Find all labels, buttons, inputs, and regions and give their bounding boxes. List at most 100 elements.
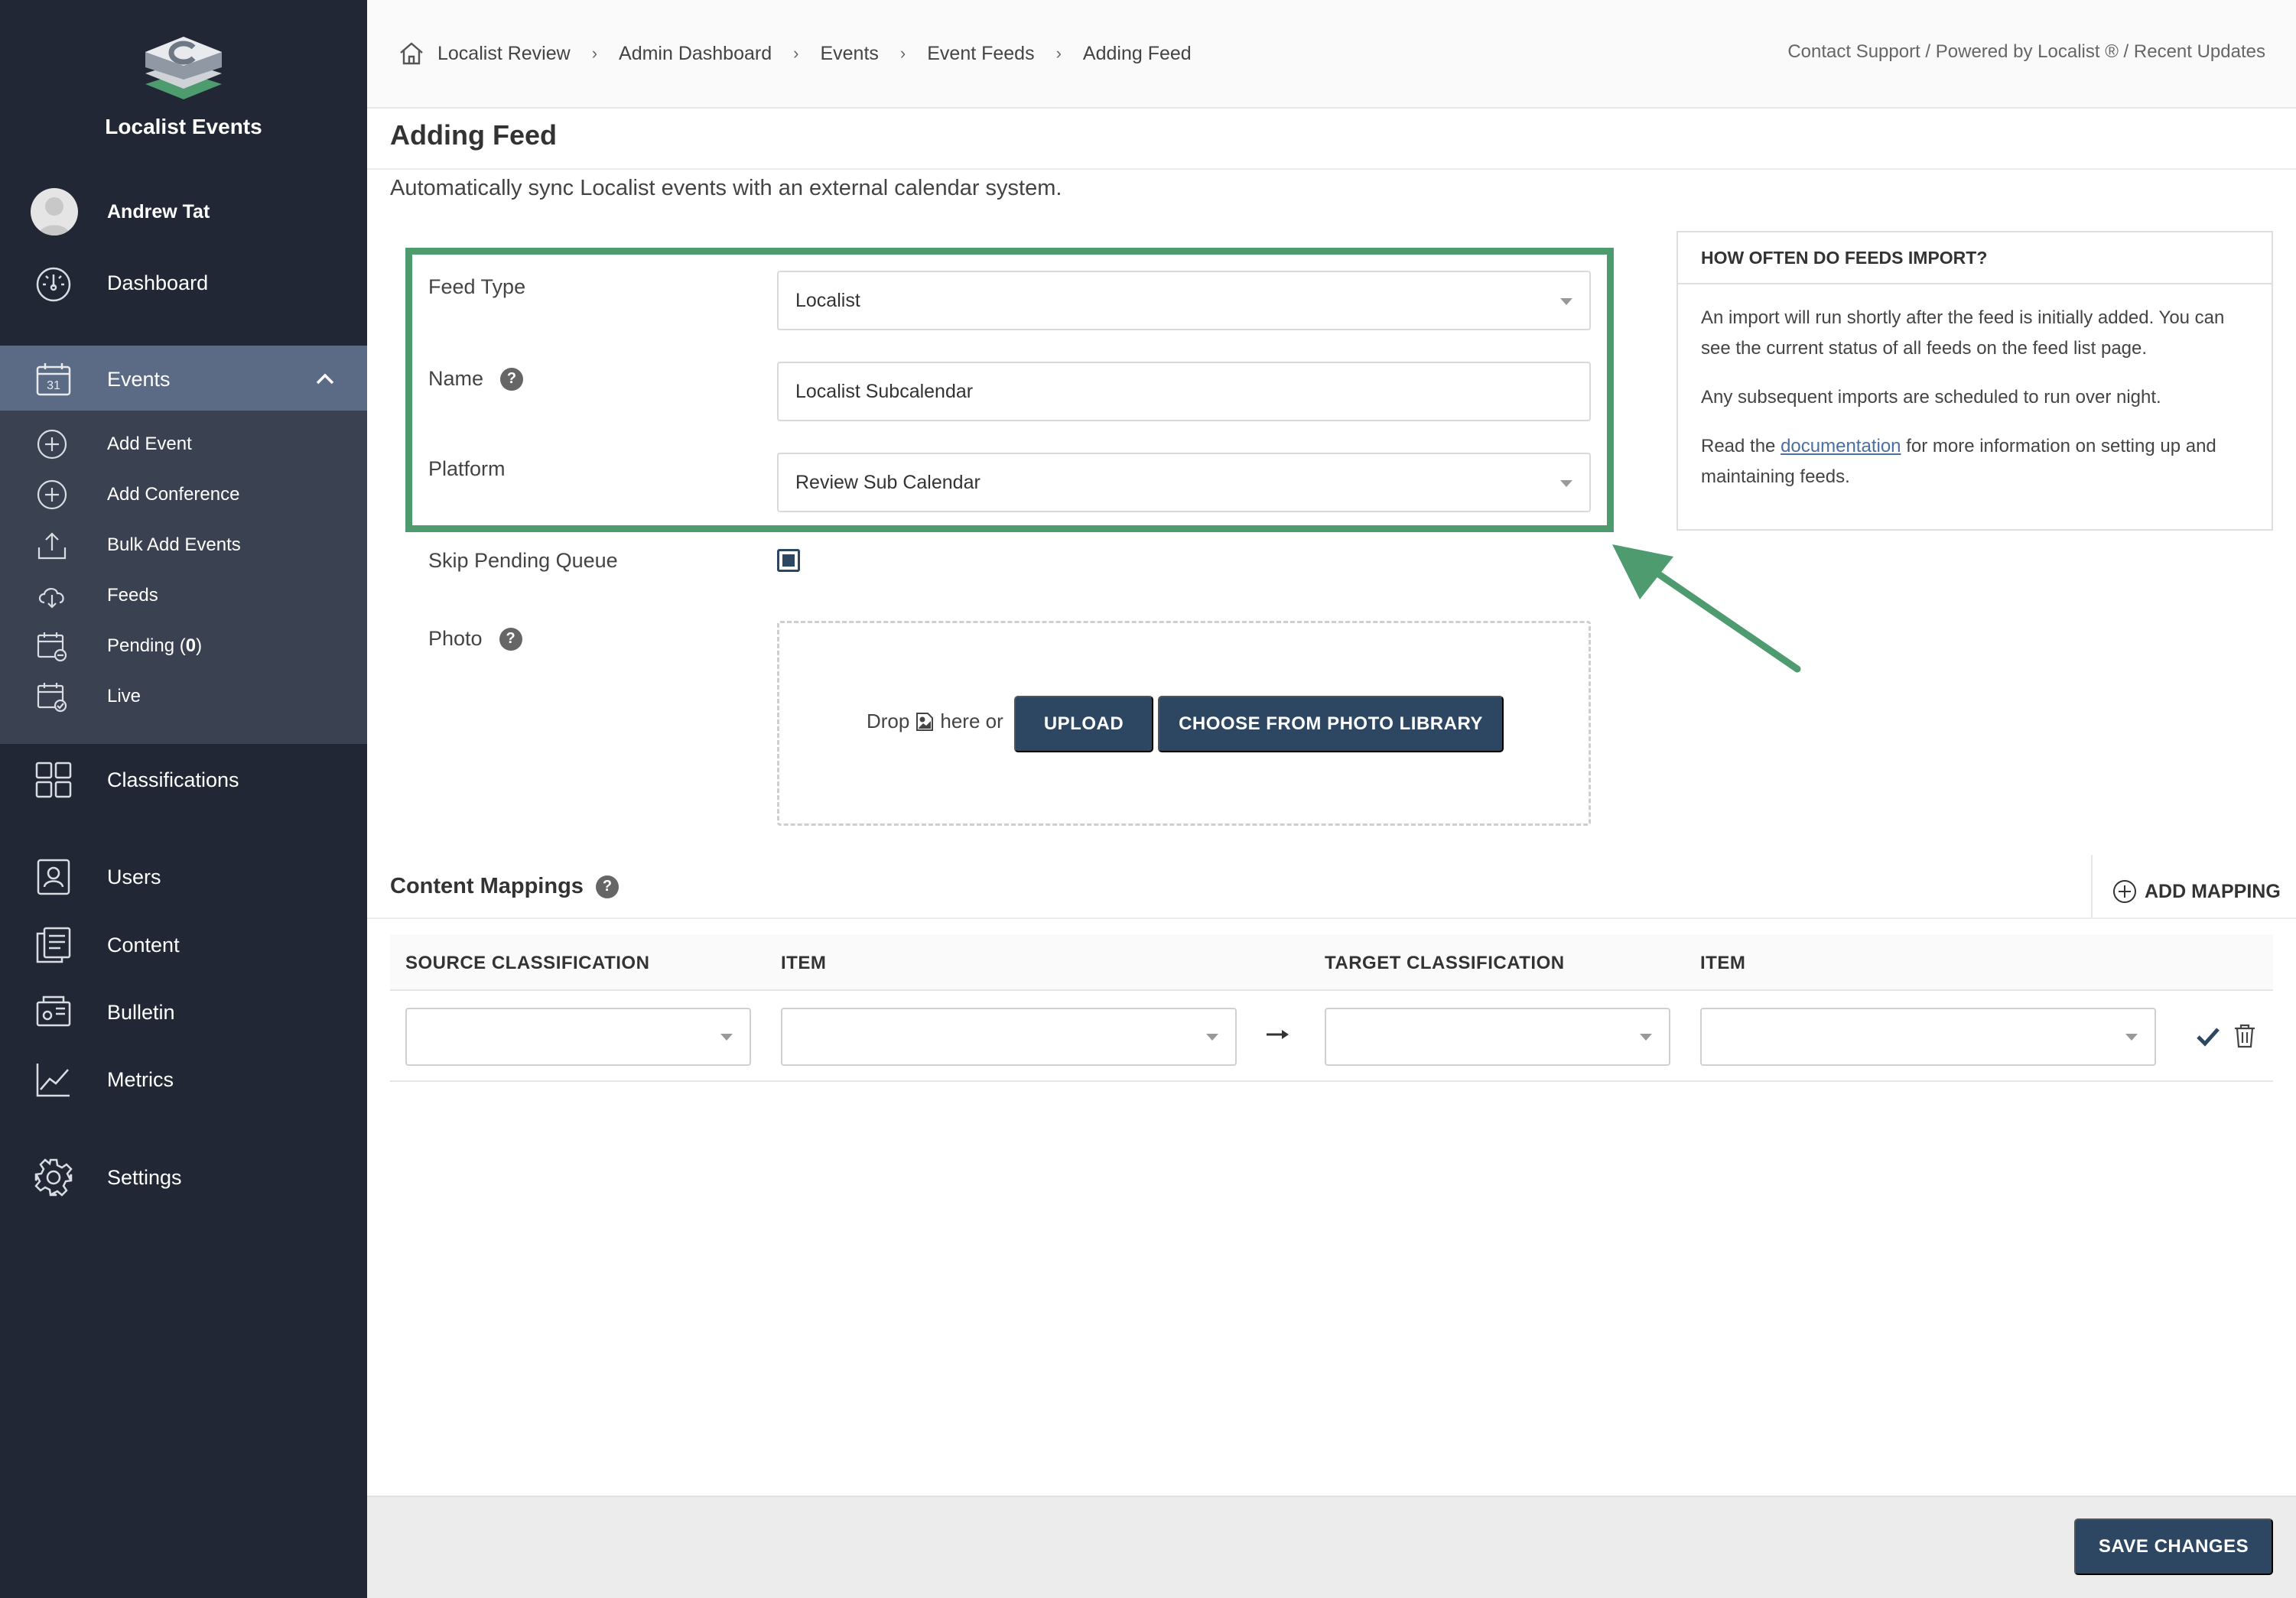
feed-type-label-text: Feed Type xyxy=(428,275,526,298)
arrow-right-icon xyxy=(1267,1030,1289,1039)
feed-type-select[interactable]: Localist xyxy=(777,271,1591,330)
sidebar-item-metrics[interactable]: Metrics xyxy=(0,1049,367,1110)
choose-photo-library-button[interactable]: CHOOSE FROM PHOTO LIBRARY xyxy=(1158,696,1504,752)
skip-pending-label-text: Skip Pending Queue xyxy=(428,549,618,572)
dropzone-text: Drop here or xyxy=(867,710,1003,733)
sidebar-item-label: Bulletin xyxy=(107,1000,175,1024)
sidebar-item-label: Settings xyxy=(107,1165,182,1189)
sidebar-item-pending[interactable]: Pending (0) xyxy=(0,623,367,669)
breadcrumb-localist-review[interactable]: Localist Review xyxy=(437,43,571,65)
sidebar-item-add-conference[interactable]: Add Conference xyxy=(0,472,367,518)
divider xyxy=(2091,855,2093,918)
info-text: for more information on setting up and m… xyxy=(1701,436,2216,487)
column-header-source-item: ITEM xyxy=(781,953,827,973)
sidebar-item-label: Metrics xyxy=(107,1067,174,1091)
name-input[interactable]: Localist Subcalendar xyxy=(777,362,1591,421)
save-changes-button[interactable]: SAVE CHANGES xyxy=(2074,1518,2273,1575)
divider xyxy=(390,1080,2273,1082)
name-label-text: Name xyxy=(428,367,484,390)
sidebar-item-label: Users xyxy=(107,865,161,888)
sidebar-item-dashboard[interactable]: Dashboard xyxy=(0,252,367,313)
brand[interactable]: Localist Events xyxy=(0,34,367,139)
sidebar-item-feeds[interactable]: Feeds xyxy=(0,573,367,619)
pending-label: Pending xyxy=(107,635,175,656)
name-value: Localist Subcalendar xyxy=(795,380,974,402)
user-profile[interactable]: Andrew Tat xyxy=(31,188,210,235)
sidebar-item-bulk-add-events[interactable]: Bulk Add Events xyxy=(0,522,367,568)
sidebar-item-label: Dashboard xyxy=(107,271,209,294)
sidebar-item-settings[interactable]: Settings xyxy=(0,1147,367,1208)
info-heading: HOW OFTEN DO FEEDS IMPORT? xyxy=(1678,232,2272,284)
column-header-source-classification: SOURCE CLASSIFICATION xyxy=(405,953,650,973)
pending-count: 0 xyxy=(185,635,197,656)
breadcrumb: Localist Review › Admin Dashboard › Even… xyxy=(398,40,1192,67)
calendar-icon: 31 xyxy=(34,359,73,399)
breadcrumb-event-feeds[interactable]: Event Feeds xyxy=(927,43,1034,65)
caret-down-icon xyxy=(1560,480,1572,487)
info-paragraph: An import will run shortly after the fee… xyxy=(1701,307,2225,359)
upload-tray-icon xyxy=(35,528,69,562)
source-item-select[interactable] xyxy=(781,1008,1237,1066)
content-mappings-title-text: Content Mappings xyxy=(390,874,584,898)
calendar-minus-icon xyxy=(35,629,69,663)
platform-value: Review Sub Calendar xyxy=(795,471,981,493)
sidebar-item-content[interactable]: Content xyxy=(0,914,367,976)
avatar xyxy=(31,188,78,235)
line-chart-icon xyxy=(34,1060,73,1099)
target-item-select[interactable] xyxy=(1700,1008,2156,1066)
divider xyxy=(367,918,2296,919)
sidebar-item-label: Add Event xyxy=(107,434,192,454)
drop-suffix: here or xyxy=(940,710,1003,732)
plus-circle-icon xyxy=(35,427,69,461)
title-divider xyxy=(367,168,2296,170)
sidebar-item-events[interactable]: 31 Events xyxy=(0,346,367,413)
sidebar-item-users[interactable]: Users xyxy=(0,846,367,908)
caret-down-icon xyxy=(2125,1034,2138,1041)
target-classification-select[interactable] xyxy=(1325,1008,1670,1066)
breadcrumb-admin-dashboard[interactable]: Admin Dashboard xyxy=(619,43,772,65)
footer-bar xyxy=(367,1496,2296,1598)
breadcrumb-separator: › xyxy=(591,44,598,63)
sidebar-item-live[interactable]: Live xyxy=(0,674,367,719)
sidebar-item-bulletin[interactable]: Bulletin xyxy=(0,982,367,1043)
documentation-link[interactable]: documentation xyxy=(1781,436,1901,456)
grid-icon xyxy=(34,760,73,800)
info-paragraph: Read the documentation for more informat… xyxy=(1678,431,2272,492)
name-label: Name ? xyxy=(428,367,524,391)
chevron-up-icon[interactable] xyxy=(314,368,337,391)
help-icon[interactable]: ? xyxy=(500,367,524,391)
photo-label: Photo ? xyxy=(428,627,522,651)
top-links[interactable]: Contact Support / Powered by Localist ® … xyxy=(1787,41,2265,63)
source-classification-select[interactable] xyxy=(405,1008,751,1066)
sidebar-item-add-event[interactable]: Add Event xyxy=(0,421,367,467)
sidebar-item-label: Pending (0) xyxy=(107,635,203,656)
help-icon[interactable]: ? xyxy=(499,627,522,651)
content-mappings-title: Content Mappings ? xyxy=(390,874,619,899)
info-paragraph: Any subsequent imports are scheduled to … xyxy=(1701,387,2161,408)
sidebar-item-label: Classifications xyxy=(107,768,239,791)
sidebar-item-label: Content xyxy=(107,933,180,957)
upload-button[interactable]: UPLOAD xyxy=(1014,696,1153,752)
breadcrumb-adding-feed: Adding Feed xyxy=(1082,42,1192,64)
platform-label-text: Platform xyxy=(428,457,506,480)
skip-pending-checkbox[interactable] xyxy=(777,549,800,572)
trash-icon[interactable] xyxy=(2232,1023,2258,1049)
info-text: Read the xyxy=(1701,436,1776,456)
home-icon[interactable] xyxy=(398,40,425,67)
sidebar-item-label: Add Conference xyxy=(107,484,240,505)
platform-select[interactable]: Review Sub Calendar xyxy=(777,453,1591,512)
page-description: Automatically sync Localist events with … xyxy=(390,176,1062,200)
checkmark-icon[interactable] xyxy=(2195,1023,2221,1049)
documents-icon xyxy=(34,925,73,965)
user-name: Andrew Tat xyxy=(107,200,210,222)
skip-pending-label: Skip Pending Queue xyxy=(428,549,618,573)
breadcrumb-events[interactable]: Events xyxy=(820,43,878,65)
add-mapping-button[interactable]: ADD MAPPING xyxy=(2112,879,2281,904)
cloud-download-icon xyxy=(35,579,69,612)
help-icon[interactable]: ? xyxy=(595,875,619,898)
calendar-check-icon xyxy=(35,680,69,713)
caret-down-icon xyxy=(1206,1034,1218,1041)
plus-circle-icon xyxy=(2113,880,2136,903)
sidebar-item-classifications[interactable]: Classifications xyxy=(0,749,367,810)
sidebar-item-label: Events xyxy=(107,367,171,391)
